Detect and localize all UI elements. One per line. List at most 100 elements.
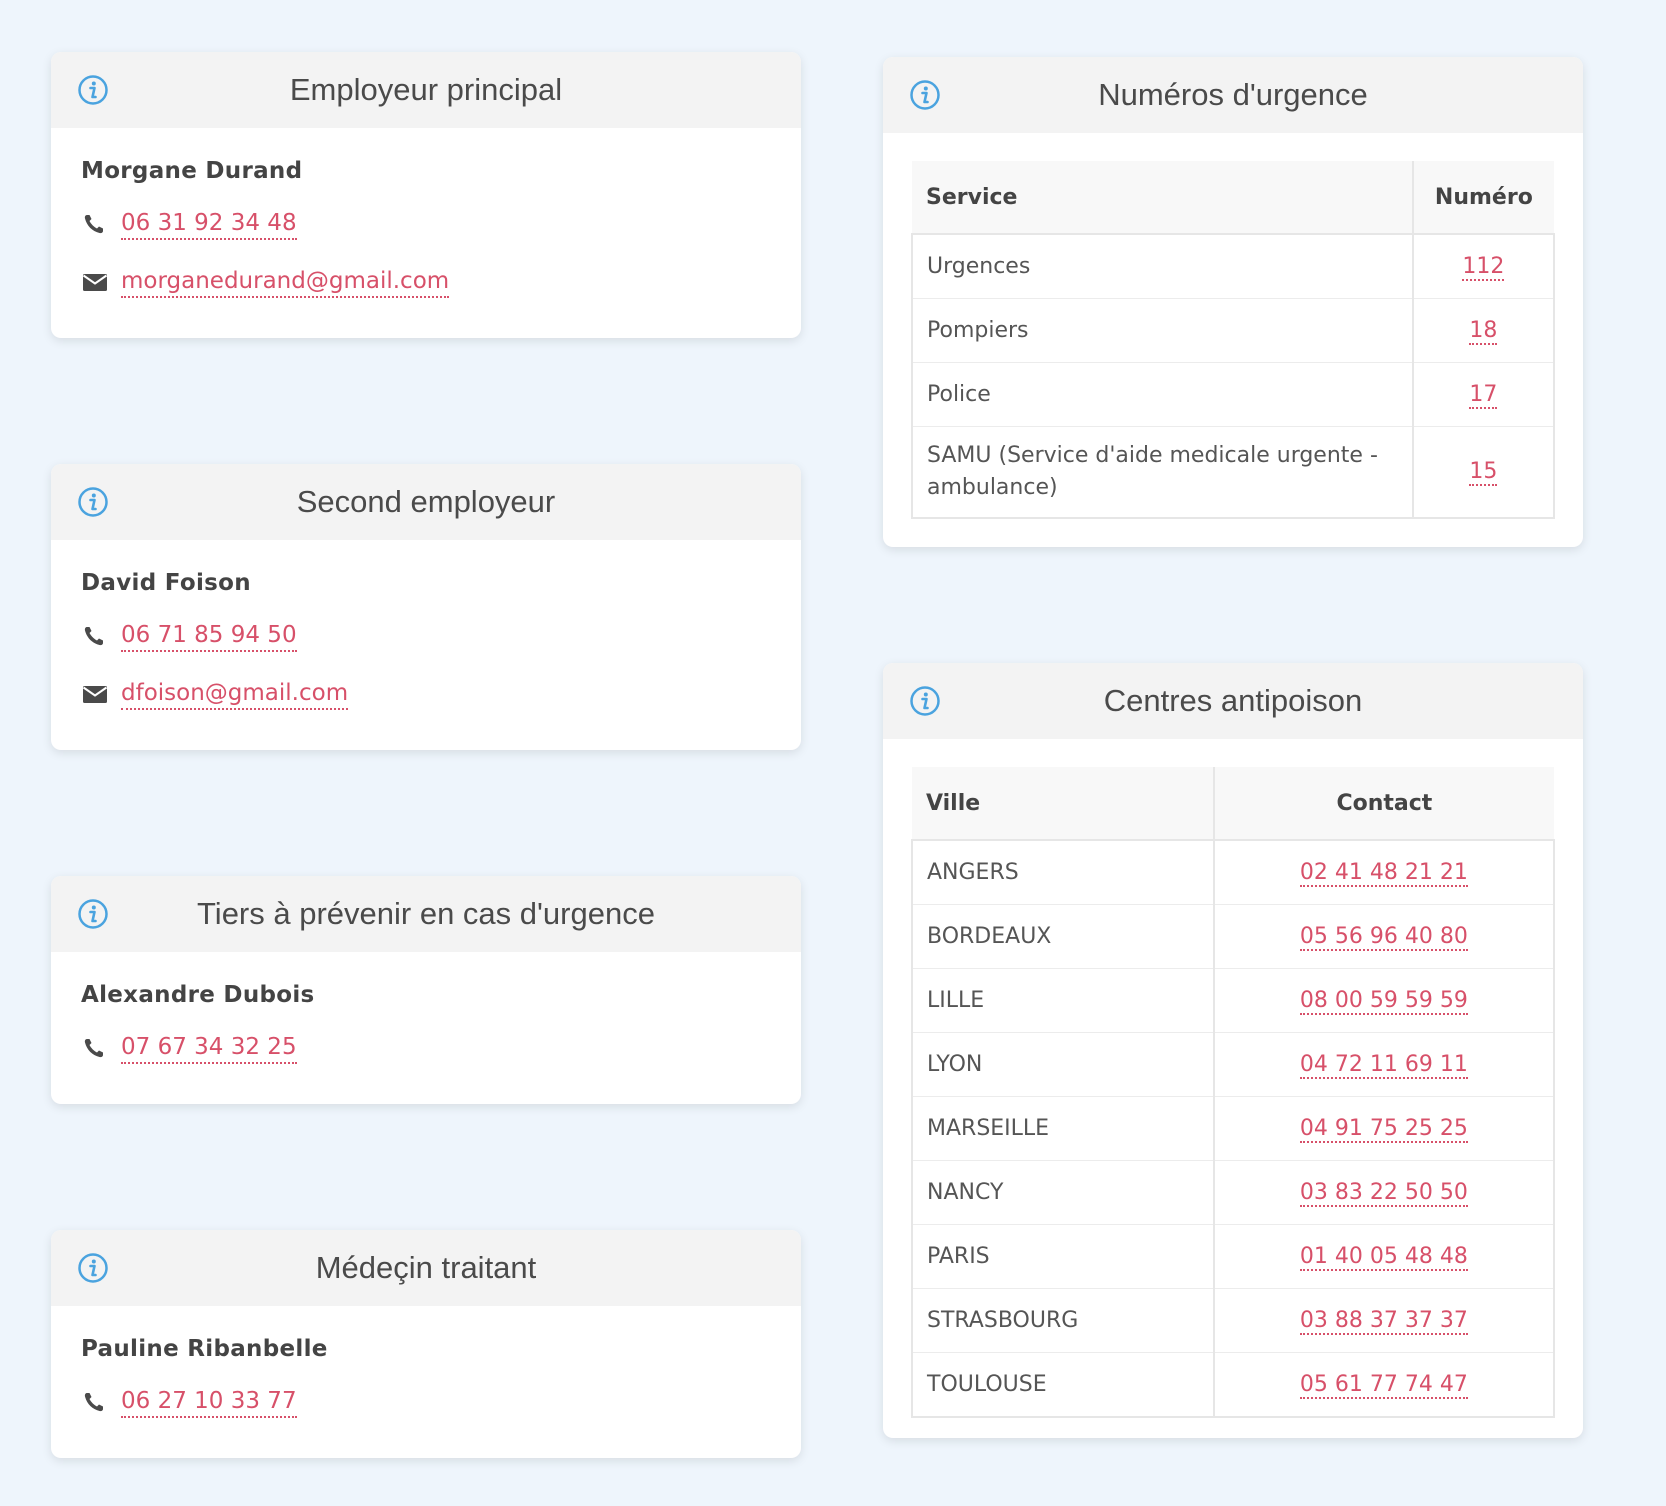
envelope-icon: [82, 274, 108, 291]
phone-icon: [84, 215, 103, 234]
ville-cell: BORDEAUX: [911, 904, 1214, 969]
table-row: LILLE 08 00 59 59 59: [911, 968, 1556, 1033]
contact-cell: 05 56 96 40 80: [1212, 904, 1556, 969]
phone-row: 06 31 92 34 48: [81, 206, 771, 242]
numero-link[interactable]: 18: [1469, 317, 1498, 345]
card-title: Centres antipoison: [1103, 683, 1363, 718]
table-row: Urgences 112: [911, 233, 1556, 299]
table-row: Police 17: [911, 362, 1556, 427]
contact-name: Alexandre Dubois: [81, 982, 315, 1008]
table-row: PARIS 01 40 05 48 48: [911, 1224, 1556, 1289]
contact-link[interactable]: 04 72 11 69 11: [1299, 1051, 1468, 1079]
table-wrapper: Service Numéro Urgences 112 Pompiers 18 …: [883, 133, 1583, 547]
card-title: Second employeur: [296, 484, 556, 519]
contact-cell: 04 91 75 25 25: [1212, 1096, 1556, 1161]
numero-cell: 112: [1411, 233, 1556, 299]
ville-cell: MARSEILLE: [911, 1096, 1214, 1161]
card-header: Médeçin traitant: [51, 1230, 801, 1306]
phone-row: 06 27 10 33 77: [81, 1384, 771, 1420]
urgence-table: Service Numéro Urgences 112 Pompiers 18 …: [911, 161, 1556, 519]
phone-icon: [84, 1039, 103, 1058]
contact-cell: 03 83 22 50 50: [1212, 1160, 1556, 1225]
phone-link[interactable]: 07 67 34 32 25: [121, 1032, 297, 1064]
contact-link[interactable]: 01 40 05 48 48: [1299, 1243, 1468, 1271]
info-icon[interactable]: [909, 685, 941, 717]
card-title: Numéros d'urgence: [1098, 77, 1368, 112]
contact-cell: 02 41 48 21 21: [1212, 839, 1556, 905]
table-wrapper: Ville Contact ANGERS 02 41 48 21 21 BORD…: [883, 739, 1583, 1438]
ville-cell: TOULOUSE: [911, 1352, 1214, 1418]
phone-link[interactable]: 06 31 92 34 48: [121, 208, 297, 240]
card-centres-antipoison: Centres antipoison Ville Contact ANGERS …: [883, 663, 1583, 1438]
antipoison-table: Ville Contact ANGERS 02 41 48 21 21 BORD…: [911, 767, 1556, 1418]
contact-name: Pauline Ribanbelle: [81, 1336, 328, 1362]
service-cell: Urgences: [911, 233, 1413, 299]
column-header-ville: Ville: [912, 767, 1214, 841]
contact-name: David Foison: [81, 570, 251, 596]
card-header: Centres antipoison: [883, 663, 1583, 739]
contact-cell: 08 00 59 59 59: [1212, 968, 1556, 1033]
contact-link[interactable]: 02 41 48 21 21: [1299, 859, 1468, 887]
numero-link[interactable]: 17: [1469, 381, 1498, 409]
card-second-employeur: Second employeur David Foison 06 71 85 9…: [51, 464, 801, 750]
table-row: SAMU (Service d'aide medicale urgente - …: [911, 426, 1556, 519]
table-row: NANCY 03 83 22 50 50: [911, 1160, 1556, 1225]
table-row: TOULOUSE 05 61 77 74 47: [911, 1352, 1556, 1418]
info-icon[interactable]: [77, 1252, 109, 1284]
ville-cell: ANGERS: [911, 839, 1214, 905]
ville-cell: LYON: [911, 1032, 1214, 1097]
contact-cell: 04 72 11 69 11: [1212, 1032, 1556, 1097]
contact-link[interactable]: 05 61 77 74 47: [1299, 1371, 1468, 1399]
numero-cell: 17: [1411, 362, 1556, 427]
info-icon[interactable]: [909, 79, 941, 111]
table-row: BORDEAUX 05 56 96 40 80: [911, 904, 1556, 969]
service-cell: Police: [911, 362, 1413, 427]
email-row: morganedurand@gmail.com: [81, 264, 771, 300]
ville-cell: PARIS: [911, 1224, 1214, 1289]
email-link[interactable]: dfoison@gmail.com: [121, 678, 349, 710]
column-header-contact: Contact: [1212, 767, 1554, 841]
card-numeros-urgence: Numéros d'urgence Service Numéro Urgence…: [883, 57, 1583, 547]
table-row: STRASBOURG 03 88 37 37 37: [911, 1288, 1556, 1353]
phone-row: 07 67 34 32 25: [81, 1030, 771, 1066]
contact-link[interactable]: 03 83 22 50 50: [1299, 1179, 1468, 1207]
email-link[interactable]: morganedurand@gmail.com: [121, 266, 450, 298]
table-row: MARSEILLE 04 91 75 25 25: [911, 1096, 1556, 1161]
numero-link[interactable]: 15: [1469, 459, 1498, 486]
card-title: Employeur principal: [289, 72, 563, 107]
contact-cell: 03 88 37 37 37: [1212, 1288, 1556, 1353]
table-row: LYON 04 72 11 69 11: [911, 1032, 1556, 1097]
card-title: Médeçin traitant: [315, 1250, 537, 1285]
contact-link[interactable]: 03 88 37 37 37: [1299, 1307, 1468, 1335]
table-row: ANGERS 02 41 48 21 21: [911, 839, 1556, 905]
ville-cell: NANCY: [911, 1160, 1214, 1225]
ville-cell: STRASBOURG: [911, 1288, 1214, 1353]
table-header-row: Service Numéro: [912, 161, 1554, 235]
contact-link[interactable]: 05 56 96 40 80: [1299, 923, 1468, 951]
contact-name: Morgane Durand: [81, 158, 303, 184]
card-body: Pauline Ribanbelle 06 27 10 33 77: [51, 1306, 801, 1420]
phone-link[interactable]: 06 71 85 94 50: [121, 620, 297, 652]
numero-cell: 15: [1411, 426, 1556, 519]
card-body: Alexandre Dubois 07 67 34 32 25: [51, 952, 801, 1066]
info-icon[interactable]: [77, 74, 109, 106]
phone-link[interactable]: 06 27 10 33 77: [121, 1386, 297, 1418]
table-row: Pompiers 18: [911, 298, 1556, 363]
numero-link[interactable]: 112: [1462, 253, 1505, 281]
info-icon[interactable]: [77, 486, 109, 518]
column-header-numero: Numéro: [1411, 161, 1554, 235]
column-header-service: Service: [912, 161, 1413, 235]
card-header: Second employeur: [51, 464, 801, 540]
contact-link[interactable]: 08 00 59 59 59: [1299, 987, 1468, 1015]
service-cell: Pompiers: [911, 298, 1413, 363]
numero-cell: 18: [1411, 298, 1556, 363]
phone-row: 06 71 85 94 50: [81, 618, 771, 654]
table-header-row: Ville Contact: [912, 767, 1554, 841]
card-body: Morgane Durand 06 31 92 34 48 morganedur…: [51, 128, 801, 300]
info-icon[interactable]: [77, 898, 109, 930]
contact-link[interactable]: 04 91 75 25 25: [1299, 1115, 1468, 1143]
card-tiers-urgence: Tiers à prévenir en cas d'urgence Alexan…: [51, 876, 801, 1104]
card-employeur-principal: Employeur principal Morgane Durand 06 31…: [51, 52, 801, 338]
card-body: David Foison 06 71 85 94 50 dfoison@gmai…: [51, 540, 801, 712]
envelope-icon: [82, 686, 108, 703]
